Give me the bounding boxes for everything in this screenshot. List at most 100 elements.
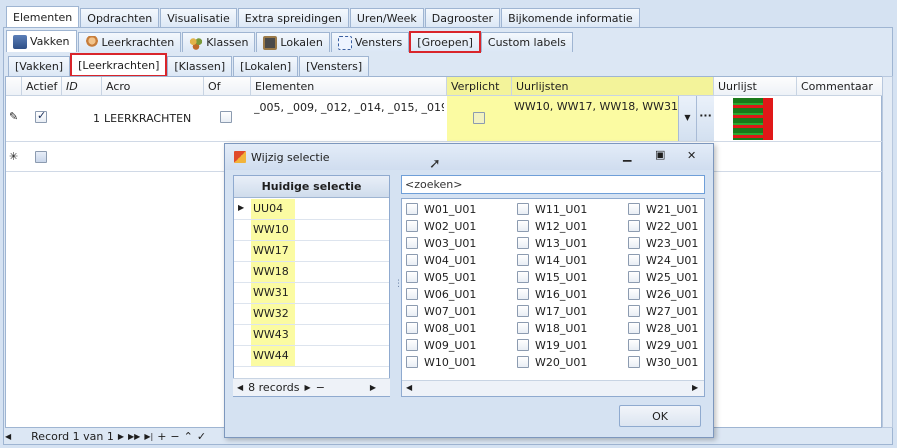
checklist-item[interactable]: W27_U01 (628, 303, 698, 319)
item-checkbox[interactable] (628, 305, 640, 317)
tab-extra-spreidingen[interactable]: Extra spreidingen (237, 8, 349, 28)
last-record-icon[interactable]: ▶| (144, 432, 153, 441)
checklist-item[interactable]: W10_U01 (406, 354, 476, 370)
checklist-item[interactable]: W30_U01 (628, 354, 698, 370)
list-item[interactable]: WW18 (234, 262, 389, 283)
item-checkbox[interactable] (406, 305, 418, 317)
close-icon[interactable]: ✕ (687, 149, 696, 162)
item-checkbox[interactable] (406, 254, 418, 266)
item-checkbox[interactable] (406, 271, 418, 283)
scroll-right-icon[interactable]: ▶ (692, 383, 698, 392)
save-record-icon[interactable]: ✓ (197, 430, 206, 443)
item-checkbox[interactable] (517, 254, 529, 266)
tab-dagrooster[interactable]: Dagrooster (424, 8, 501, 28)
tab-bijkomende-informatie[interactable]: Bijkomende informatie (501, 8, 640, 28)
checklist-item[interactable]: W05_U01 (406, 269, 476, 285)
header-acro[interactable]: Acro (102, 77, 204, 96)
checklist-item[interactable]: W08_U01 (406, 320, 476, 336)
list-item[interactable]: WW31 (234, 283, 389, 304)
item-checkbox[interactable] (628, 271, 640, 283)
minimize-icon[interactable]: ▁ (623, 149, 631, 162)
prev-icon[interactable]: ◀ (237, 383, 243, 392)
checklist-item[interactable]: W14_U01 (517, 252, 587, 268)
tab-custom-labels[interactable]: Custom labels (480, 32, 573, 52)
header-id[interactable]: ID (62, 77, 102, 96)
checklist-item[interactable]: W18_U01 (517, 320, 587, 336)
remove-icon[interactable]: − (316, 381, 325, 394)
checklist-item[interactable]: W28_U01 (628, 320, 698, 336)
list-item[interactable]: WW43 (234, 325, 389, 346)
checklist-item[interactable]: W17_U01 (517, 303, 587, 319)
item-checkbox[interactable] (406, 237, 418, 249)
cell-verplicht[interactable] (447, 96, 512, 141)
checklist-horizontal-scrollbar[interactable]: ◀ ▶ (402, 380, 704, 396)
grid-vertical-scrollbar[interactable] (882, 76, 893, 428)
checklist-item[interactable]: W26_U01 (628, 286, 698, 302)
item-checkbox[interactable] (517, 237, 529, 249)
next-icon[interactable]: ▶ (305, 383, 311, 392)
checklist-item[interactable]: W06_U01 (406, 286, 476, 302)
item-checkbox[interactable] (406, 322, 418, 334)
checklist-item[interactable]: W21_U01 (628, 201, 698, 217)
item-checkbox[interactable] (517, 220, 529, 232)
header-uurlijst[interactable]: Uurlijst (714, 77, 797, 96)
header-actief[interactable]: Actief (22, 77, 62, 96)
item-checkbox[interactable] (406, 356, 418, 368)
new-actief-checkbox[interactable] (35, 151, 47, 166)
next-page-icon[interactable]: ▶▶ (128, 432, 140, 441)
scroll-left-icon[interactable]: ◀ (406, 383, 412, 392)
item-checkbox[interactable] (628, 288, 640, 300)
item-checkbox[interactable] (406, 339, 418, 351)
tab-elementen[interactable]: Elementen (6, 6, 80, 28)
cancel-edit-icon[interactable]: ⌃ (184, 430, 193, 443)
of-checkbox[interactable] (220, 111, 232, 126)
tab-groep-leerkrachten[interactable]: [Leerkrachten] (70, 53, 168, 77)
tab-opdrachten[interactable]: Opdrachten (80, 8, 160, 28)
tab-groep-lokalen[interactable]: [Lokalen] (233, 56, 299, 76)
item-checkbox[interactable] (406, 203, 418, 215)
list-item[interactable]: ▶ UU04 (234, 199, 389, 220)
checklist-item[interactable]: W20_U01 (517, 354, 587, 370)
header-verplicht[interactable]: Verplicht (447, 77, 512, 96)
header-uurlijsten[interactable]: Uurlijsten (512, 77, 714, 96)
tab-groep-vensters[interactable]: [Vensters] (299, 56, 370, 76)
header-of[interactable]: Of (204, 77, 251, 96)
checklist-item[interactable]: W09_U01 (406, 337, 476, 353)
item-checkbox[interactable] (517, 288, 529, 300)
item-checkbox[interactable] (517, 322, 529, 334)
item-checkbox[interactable] (517, 271, 529, 283)
tab-klassen[interactable]: Klassen (182, 32, 256, 52)
cell-elementen[interactable]: _005, _009, _012, _014, _015, _019, (254, 101, 444, 114)
checklist-item[interactable]: W24_U01 (628, 252, 698, 268)
item-checkbox[interactable] (628, 220, 640, 232)
checklist-item[interactable]: W07_U01 (406, 303, 476, 319)
checklist-item[interactable]: W01_U01 (406, 201, 476, 217)
checklist-item[interactable]: W22_U01 (628, 218, 698, 234)
tab-vensters[interactable]: Vensters (330, 32, 410, 52)
checklist-item[interactable]: W29_U01 (628, 337, 698, 353)
item-checkbox[interactable] (628, 203, 640, 215)
checklist-item[interactable]: W12_U01 (517, 218, 587, 234)
item-checkbox[interactable] (406, 220, 418, 232)
header-commentaar[interactable]: Commentaar (797, 77, 883, 96)
item-checkbox[interactable] (517, 339, 529, 351)
item-checkbox[interactable] (628, 254, 640, 266)
next-record-icon[interactable]: ▶ (118, 432, 124, 441)
tab-leerkrachten[interactable]: Leerkrachten (77, 32, 182, 52)
item-checkbox[interactable] (406, 288, 418, 300)
cell-uurlijsten[interactable]: WW10, WW17, WW18, WW31, W (512, 96, 678, 141)
tab-visualisatie[interactable]: Visualisatie (160, 8, 237, 28)
item-checkbox[interactable] (517, 203, 529, 215)
ok-button[interactable]: OK (619, 405, 701, 427)
dialog-titlebar[interactable]: Wijzig selectie ▁ ▣ ✕ (225, 144, 713, 170)
add-record-icon[interactable]: + (157, 430, 166, 443)
search-input[interactable]: <zoeken> (401, 175, 705, 194)
checklist-item[interactable]: W03_U01 (406, 235, 476, 251)
checklist-item[interactable]: W04_U01 (406, 252, 476, 268)
tab-groepen[interactable]: [Groepen] (409, 31, 481, 53)
checklist-item[interactable]: W16_U01 (517, 286, 587, 302)
checklist-item[interactable]: W02_U01 (406, 218, 476, 234)
tab-groep-klassen[interactable]: [Klassen] (167, 56, 233, 76)
tab-vakken[interactable]: Vakken (6, 30, 77, 52)
item-checkbox[interactable] (628, 356, 640, 368)
